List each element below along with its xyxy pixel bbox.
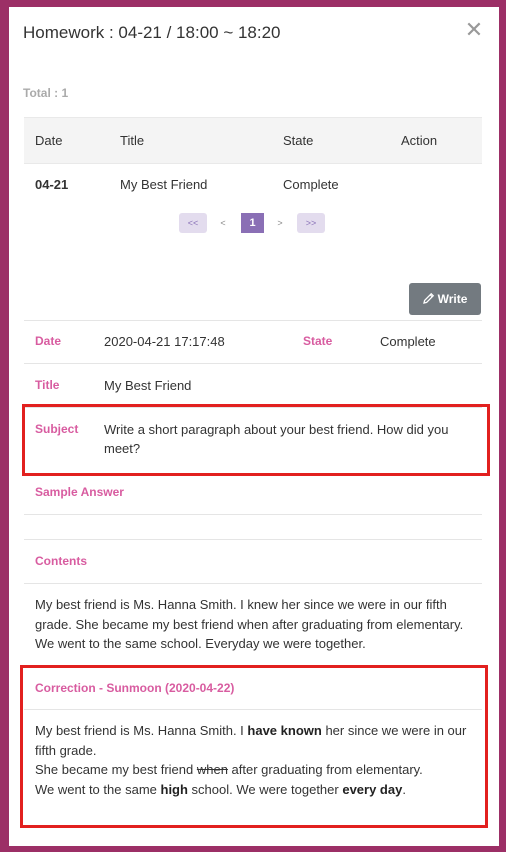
correction-text: My best friend is Ms. Hanna Smith. I hav… <box>35 721 475 799</box>
state-value: Complete <box>380 334 436 349</box>
row-date: 04-21 <box>35 177 69 192</box>
homework-modal: Homework : 04-21 / 18:00 ~ 18:20 ✕ Total… <box>9 7 499 846</box>
correction-text-segment: school. We were together <box>187 781 343 797</box>
sample-answer-label: Sample Answer <box>35 485 124 499</box>
divider <box>24 539 482 540</box>
correction-label: Correction - Sunmoon (2020-04-22) <box>35 681 235 695</box>
correction-text-segment: after graduating from elementary. <box>227 762 423 777</box>
correction-text-segment: My best friend is Ms. Hanna Smith. I <box>35 723 248 738</box>
correction-strikethrough-segment: when <box>196 762 228 777</box>
correction-bold-segment: have known <box>247 723 322 738</box>
contents-label: Contents <box>35 554 87 568</box>
column-header-state: State <box>283 133 314 148</box>
subject-value: Write a short paragraph about your best … <box>104 422 449 456</box>
divider <box>24 583 482 584</box>
title-label: Title <box>35 378 60 392</box>
correction-text-segment: . <box>402 781 406 797</box>
correction-text-segment: We went to the same <box>35 781 161 797</box>
pencil-icon <box>422 292 434 304</box>
divider <box>24 320 482 321</box>
subject-label: Subject <box>35 422 79 436</box>
state-label: State <box>303 334 333 348</box>
modal-title: Homework : 04-21 / 18:00 ~ 18:20 <box>23 23 281 42</box>
divider <box>24 514 482 515</box>
column-header-date: Date <box>35 133 63 148</box>
row-state: Complete <box>283 177 339 192</box>
row-title: My Best Friend <box>120 177 208 192</box>
write-button-label: Write <box>437 292 468 306</box>
table-row[interactable]: 04-21 My Best Friend Complete <box>24 163 482 207</box>
contents-text: My best friend is Ms. Hanna Smith. I kne… <box>35 597 464 651</box>
table-header: Date Title State Action <box>24 117 482 164</box>
last-page-button[interactable]: >> <box>297 213 325 233</box>
divider <box>24 363 482 364</box>
title-value: My Best Friend <box>104 378 192 393</box>
correction-bold-segment: high <box>160 781 188 797</box>
correction-bold-segment: every day <box>342 781 403 797</box>
correction-text-segment: She became my best friend <box>35 762 197 777</box>
divider <box>24 709 482 710</box>
next-page-button[interactable]: > <box>274 213 286 233</box>
first-page-button[interactable]: << <box>179 213 207 233</box>
date-label: Date <box>35 334 62 348</box>
total-count: Total : 1 <box>23 86 69 100</box>
date-value: 2020-04-21 17:17:48 <box>104 334 225 349</box>
column-header-action: Action <box>401 133 438 148</box>
page-1-button[interactable]: 1 <box>241 213 264 233</box>
prev-page-button[interactable]: < <box>217 213 229 233</box>
column-header-title: Title <box>120 133 145 148</box>
close-icon[interactable]: ✕ <box>464 19 484 41</box>
write-button[interactable]: Write <box>409 283 481 315</box>
